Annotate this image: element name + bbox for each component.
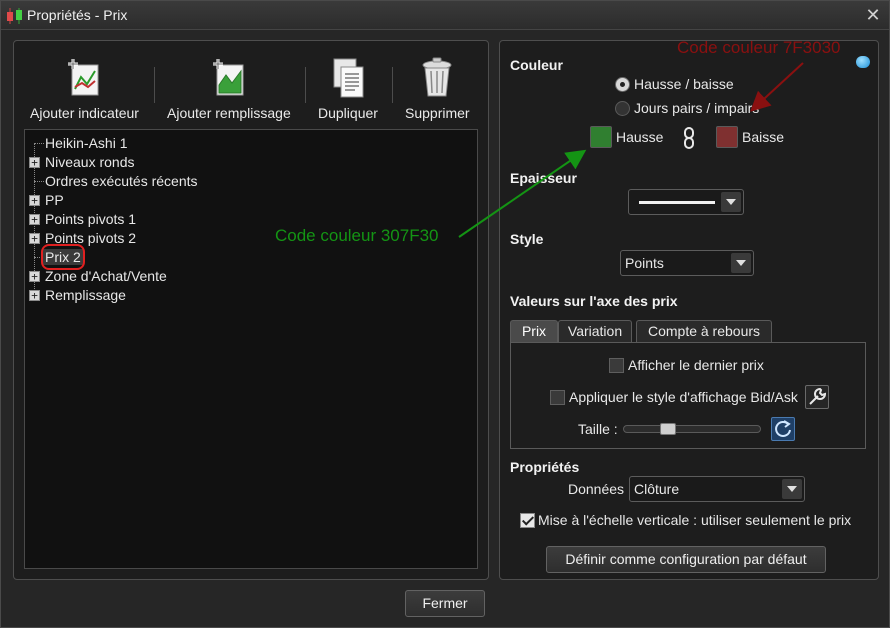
expand-icon[interactable]: +	[29, 157, 40, 168]
wrench-icon	[809, 387, 827, 405]
tree-item-pp[interactable]: + PP	[25, 191, 477, 210]
add-indicator-label: Ajouter indicateur	[30, 105, 139, 121]
title-bar: Propriétés - Prix ✕	[1, 1, 889, 30]
refresh-icon	[775, 420, 791, 437]
style-value: Points	[625, 255, 664, 271]
color-section-title: Couleur	[510, 57, 563, 73]
tree-branch-line	[34, 143, 44, 144]
set-default-button[interactable]: Définir comme configuration par défaut	[546, 546, 826, 573]
link-chain-icon[interactable]	[682, 127, 696, 149]
tree-item-label: Ordres exécutés récents	[45, 173, 198, 189]
add-indicator-button[interactable]: Ajouter indicateur	[30, 57, 139, 121]
duplicate-button[interactable]: Dupliquer	[318, 57, 378, 121]
add-fill-label: Ajouter remplissage	[167, 105, 291, 121]
red-color-annotation: Code couleur 7F3030	[677, 38, 841, 57]
show-last-price-checkbox[interactable]	[609, 358, 624, 373]
reset-button[interactable]	[771, 417, 795, 441]
expand-icon[interactable]: +	[29, 290, 40, 301]
toolbar-divider	[305, 67, 306, 103]
bid-ask-style-checkbox[interactable]	[550, 390, 565, 405]
window-title: Propriétés - Prix	[27, 7, 128, 23]
size-slider[interactable]	[623, 423, 761, 435]
expand-icon[interactable]: +	[29, 233, 40, 244]
chevron-down-icon	[721, 192, 741, 212]
properties-section-title: Propriétés	[510, 459, 580, 475]
price-axis-section-title: Valeurs sur l'axe des prix	[510, 293, 678, 309]
tree-item-heikin-ashi-1[interactable]: Heikin-Ashi 1	[25, 134, 477, 153]
line-thickness-preview	[639, 201, 715, 204]
chevron-down-icon	[782, 479, 802, 499]
toolbar-divider	[154, 67, 155, 103]
properties-panel: Couleur Hausse / baisse Jours pairs / im…	[499, 40, 879, 580]
down-color-swatch[interactable]	[716, 126, 738, 148]
toolbar-divider	[392, 67, 393, 103]
bid-ask-style-label: Appliquer le style d'affichage Bid/Ask	[569, 389, 798, 405]
wrench-button[interactable]	[805, 385, 829, 409]
tree-item-zone-achat-vente[interactable]: + Zone d'Achat/Vente	[25, 267, 477, 286]
duplicate-icon	[333, 58, 364, 98]
tree-item-label: PP	[45, 192, 64, 208]
info-bubble-icon[interactable]	[856, 56, 870, 68]
radio-even-odd-label: Jours pairs / impairs	[634, 100, 760, 116]
toolbar: Ajouter indicateur Ajouter remplissage D…	[14, 49, 488, 121]
green-color-annotation: Code couleur 307F30	[275, 226, 439, 245]
data-source-value: Clôture	[634, 481, 680, 497]
tree-item-ordres-executes[interactable]: Ordres exécutés récents	[25, 172, 477, 191]
close-window-button[interactable]: ✕	[863, 5, 883, 25]
tree-branch-line	[34, 181, 44, 182]
tree-item-label: Remplissage	[45, 287, 126, 303]
indicator-list-panel: Ajouter indicateur Ajouter remplissage D…	[13, 40, 489, 580]
duplicate-label: Dupliquer	[318, 105, 378, 121]
radio-up-down[interactable]	[615, 77, 630, 92]
thickness-section-title: Epaisseur	[510, 170, 577, 186]
up-color-swatch[interactable]	[590, 126, 612, 148]
chevron-down-icon	[731, 253, 751, 273]
tab-prix[interactable]: Prix	[510, 320, 558, 342]
properties-dialog: Propriétés - Prix ✕ Ajouter indicateur A…	[0, 0, 890, 628]
radio-even-odd[interactable]	[615, 101, 630, 116]
tab-variation[interactable]: Variation	[558, 320, 632, 342]
candlestick-icon	[7, 8, 22, 24]
data-label: Données	[568, 481, 625, 497]
style-section-title: Style	[510, 231, 544, 247]
expand-icon[interactable]: +	[29, 195, 40, 206]
delete-button[interactable]: Supprimer	[405, 57, 470, 121]
trash-icon	[422, 57, 452, 97]
delete-label: Supprimer	[405, 105, 470, 121]
data-source-dropdown[interactable]: Clôture	[629, 476, 805, 502]
up-color-label: Hausse	[616, 129, 664, 145]
tree-item-niveaux-ronds[interactable]: + Niveaux ronds	[25, 153, 477, 172]
tree-item-label: Zone d'Achat/Vente	[45, 268, 167, 284]
add-fill-icon	[212, 59, 244, 96]
tree-item-label: Points pivots 1	[45, 211, 137, 227]
price-tab-content: Afficher le dernier prix Appliquer le st…	[510, 342, 866, 449]
tab-countdown[interactable]: Compte à rebours	[636, 320, 772, 342]
add-indicator-icon	[68, 59, 99, 96]
show-last-price-label: Afficher le dernier prix	[628, 357, 764, 373]
tree-item-remplissage[interactable]: + Remplissage	[25, 286, 477, 305]
tree-item-prix-2[interactable]: Prix 2	[25, 244, 477, 270]
expand-icon[interactable]: +	[29, 271, 40, 282]
tree-item-label: Niveaux ronds	[45, 154, 135, 170]
style-dropdown[interactable]: Points	[620, 250, 754, 276]
size-slider-thumb[interactable]	[660, 423, 676, 435]
close-button[interactable]: Fermer	[405, 590, 485, 617]
add-fill-button[interactable]: Ajouter remplissage	[167, 57, 291, 121]
tree-item-label: Heikin-Ashi 1	[45, 135, 128, 151]
vertical-scale-label: Mise à l'échelle verticale : utiliser se…	[538, 512, 852, 528]
size-label: Taille :	[578, 421, 618, 437]
radio-up-down-label: Hausse / baisse	[634, 76, 734, 92]
indicator-tree[interactable]: Heikin-Ashi 1 + Niveaux ronds Ordres exé…	[24, 129, 478, 569]
down-color-label: Baisse	[742, 129, 785, 145]
vertical-scale-checkbox[interactable]	[520, 513, 535, 528]
expand-icon[interactable]: +	[29, 214, 40, 225]
thickness-dropdown[interactable]	[628, 189, 744, 215]
